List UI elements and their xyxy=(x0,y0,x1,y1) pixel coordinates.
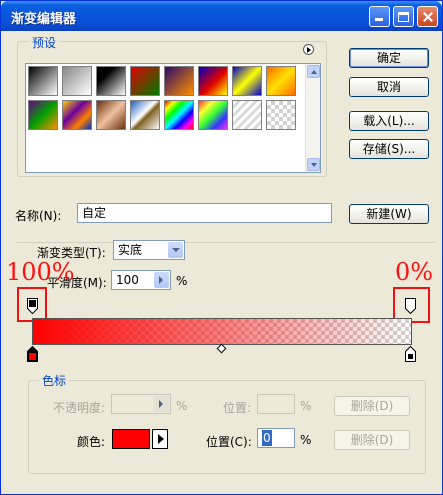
opacity-stop-right[interactable] xyxy=(405,298,416,314)
smoothness-unit: % xyxy=(176,274,188,288)
gradient-editor-window: 渐变编辑器 预设 确定 取消 载入(L)... 存储(S)... 名称(N): … xyxy=(0,0,443,495)
preset-swatch-checker[interactable] xyxy=(266,100,296,130)
name-label: 名称(N): xyxy=(15,209,62,223)
maximize-button[interactable] xyxy=(393,6,414,27)
preset-swatch-yellow-violet-orange-blue[interactable] xyxy=(62,100,92,130)
name-input[interactable]: 自定 xyxy=(77,203,332,223)
preset-swatch-grid xyxy=(25,63,321,173)
stops-group xyxy=(28,380,426,474)
opacity-arrow-icon[interactable] xyxy=(154,396,169,412)
preset-swatch-fg-transparent[interactable] xyxy=(62,66,92,96)
opacity-position-unit: % xyxy=(300,399,312,413)
opacity-stop-left[interactable] xyxy=(27,298,38,314)
save-button[interactable]: 存储(S)... xyxy=(349,139,429,159)
preset-swatch-transparent-stripes[interactable] xyxy=(232,100,262,130)
ok-button[interactable]: 确定 xyxy=(349,48,429,68)
window-title: 渐变编辑器 xyxy=(11,12,77,27)
gradient-type-select[interactable]: 实底 xyxy=(113,240,185,260)
preset-swatch-copper[interactable] xyxy=(96,100,126,130)
opacity-position-label: 位置: xyxy=(223,401,252,415)
opacity-position-input[interactable] xyxy=(257,394,295,414)
minimize-button[interactable] xyxy=(369,6,390,27)
new-button[interactable]: 新建(W) xyxy=(349,204,429,224)
preset-swatch-red-green[interactable] xyxy=(130,66,160,96)
close-icon xyxy=(423,12,432,21)
presets-label: 预设 xyxy=(29,34,60,51)
scroll-up-arrow-icon[interactable] xyxy=(307,65,320,78)
color-delete-button[interactable]: 删除(D) xyxy=(334,430,410,450)
minimize-icon xyxy=(375,12,384,21)
preset-swatch-blue-yellow-blue[interactable] xyxy=(232,66,262,96)
opacity-input[interactable] xyxy=(111,394,171,414)
preset-swatch-blue-red-yellow[interactable] xyxy=(198,66,228,96)
opacity-unit: % xyxy=(176,399,188,413)
color-position-input[interactable]: 0 xyxy=(257,428,295,448)
annotation-left-opacity: 100% xyxy=(6,258,75,286)
preset-swatch-transparent-rainbow[interactable] xyxy=(198,100,228,130)
smoothness-value: 100 xyxy=(116,273,139,287)
cancel-button[interactable]: 取消 xyxy=(349,77,429,97)
maximize-icon xyxy=(398,11,409,22)
color-position-value: 0 xyxy=(262,430,272,446)
color-position-label: 位置(C): xyxy=(206,435,252,449)
scroll-down-arrow-icon[interactable] xyxy=(307,158,320,171)
preset-swatch-black-white-2[interactable] xyxy=(96,66,126,96)
load-button[interactable]: 载入(L)... xyxy=(349,111,429,131)
opacity-label: 不透明度: xyxy=(53,401,106,415)
color-stop-right[interactable] xyxy=(405,346,416,362)
chevron-down-icon[interactable] xyxy=(168,242,183,258)
stops-label: 色标 xyxy=(39,372,70,389)
color-stop-left[interactable] xyxy=(27,346,38,362)
color-menu-arrow-icon[interactable] xyxy=(152,429,168,449)
preset-swatch-violet-green-orange[interactable] xyxy=(28,100,58,130)
preset-swatch-violet-orange[interactable] xyxy=(164,66,194,96)
color-position-unit: % xyxy=(300,433,312,447)
gradient-type-value: 实底 xyxy=(118,243,143,257)
preset-swatch-chrome[interactable] xyxy=(130,100,160,130)
close-button[interactable] xyxy=(417,6,438,27)
color-label: 颜色: xyxy=(77,435,106,449)
preset-swatch-orange-yellow-orange[interactable] xyxy=(266,66,296,96)
annotation-right-opacity: 0% xyxy=(395,258,434,286)
opacity-delete-button[interactable]: 删除(D) xyxy=(334,396,410,416)
preset-swatch-black-white[interactable] xyxy=(28,66,58,96)
title-bar[interactable]: 渐变编辑器 xyxy=(1,1,442,31)
smoothness-arrow-icon[interactable] xyxy=(154,272,169,288)
presets-menu-button[interactable] xyxy=(303,44,314,55)
gradient-preview-bar[interactable] xyxy=(32,318,412,345)
preset-swatch-spectrum[interactable] xyxy=(164,100,194,130)
stop-color-swatch[interactable] xyxy=(112,429,150,449)
smoothness-input[interactable]: 100 xyxy=(111,270,171,290)
presets-scrollbar[interactable] xyxy=(305,64,320,172)
